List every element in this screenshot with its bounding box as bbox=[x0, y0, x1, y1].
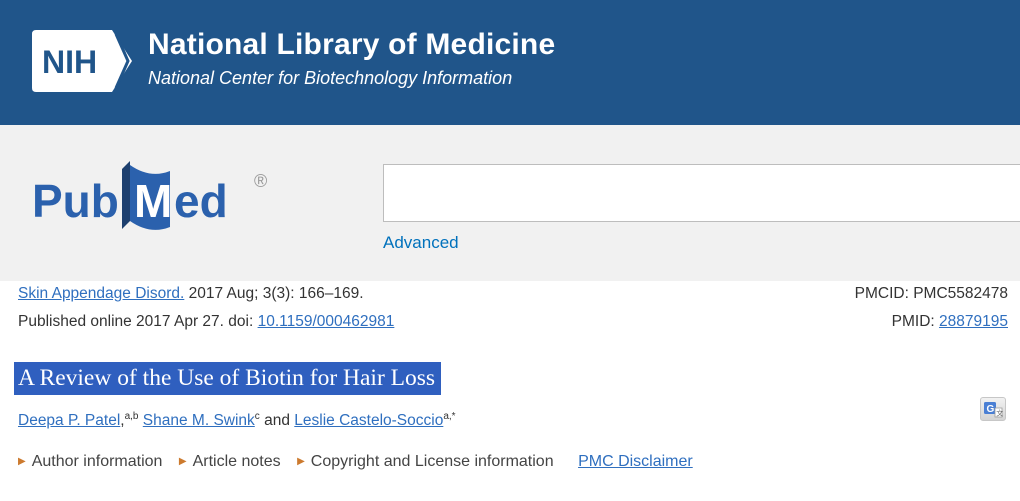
svg-text:G: G bbox=[987, 404, 995, 415]
nih-logo-text: NIH bbox=[42, 44, 97, 80]
nih-title[interactable]: National Library of Medicine bbox=[148, 28, 555, 62]
pmcid-label: PMCID: bbox=[854, 285, 914, 302]
pmc-disclaimer-link[interactable]: PMC Disclaimer bbox=[578, 453, 693, 470]
citation-details: 2017 Aug; 3(3): 166–169. bbox=[184, 285, 364, 302]
author-link[interactable]: Leslie Castelo-Soccio bbox=[294, 412, 443, 429]
nih-logo[interactable]: NIH bbox=[32, 28, 136, 94]
author-list: Deepa P. Patel,a,b Shane M. Swinkc and L… bbox=[18, 411, 456, 430]
triangle-right-icon: ▶ bbox=[178, 456, 187, 467]
author-affiliation: a,* bbox=[443, 411, 456, 422]
journal-link[interactable]: Skin Appendage Disord. bbox=[18, 285, 184, 302]
triangle-right-icon: ▶ bbox=[18, 456, 26, 467]
pmid-link[interactable]: 28879195 bbox=[939, 313, 1008, 330]
citation-line: Skin Appendage Disord. 2017 Aug; 3(3): 1… bbox=[18, 285, 364, 303]
advanced-search-link[interactable]: Advanced bbox=[383, 233, 459, 253]
pmcid-line: PMCID: PMC5582478 bbox=[855, 285, 1008, 303]
article-notes-toggle[interactable]: ▶ Article notes bbox=[179, 453, 281, 470]
author-link[interactable]: Deepa P. Patel bbox=[18, 412, 120, 429]
triangle-right-icon: ▶ bbox=[297, 456, 305, 467]
nih-banner: NIH National Library of Medicine Nationa… bbox=[0, 0, 1020, 125]
translate-icon[interactable]: G 文 bbox=[980, 397, 1006, 421]
author-information-toggle[interactable]: ▶ Author information bbox=[18, 453, 162, 470]
pubmed-logo[interactable]: Pub M ed ® bbox=[30, 155, 280, 250]
copyright-toggle[interactable]: ▶ Copyright and License information bbox=[297, 453, 554, 470]
search-input[interactable] bbox=[383, 164, 1020, 222]
doi-link[interactable]: 10.1159/000462981 bbox=[258, 313, 395, 330]
pmcid-value: PMC5582478 bbox=[913, 285, 1008, 302]
author-conjunction: and bbox=[259, 412, 295, 430]
svg-text:文: 文 bbox=[996, 409, 1003, 418]
pubmed-logo-med: M bbox=[134, 175, 172, 227]
registered-mark: ® bbox=[254, 171, 267, 191]
author-link[interactable]: Shane M. Swink bbox=[143, 412, 255, 429]
pmid-label: PMID: bbox=[891, 313, 940, 330]
author-affiliation: a,b bbox=[124, 411, 139, 422]
pmid-line: PMID: 28879195 bbox=[892, 313, 1008, 331]
published-line: Published online 2017 Apr 27. doi: 10.11… bbox=[18, 313, 394, 331]
published-prefix: Published online 2017 Apr 27. doi: bbox=[18, 313, 258, 330]
pubmed-logo-ed: ed bbox=[174, 175, 228, 227]
article-title: A Review of the Use of Biotin for Hair L… bbox=[14, 362, 442, 395]
article-info-row: ▶ Author information ▶ Article notes ▶ Copy… bbox=[18, 453, 693, 471]
nih-subtitle: National Center for Biotechnology Inform… bbox=[148, 68, 513, 88]
pubmed-logo-pub: Pub bbox=[32, 175, 119, 227]
translate-glyph: G 文 bbox=[984, 402, 1003, 418]
